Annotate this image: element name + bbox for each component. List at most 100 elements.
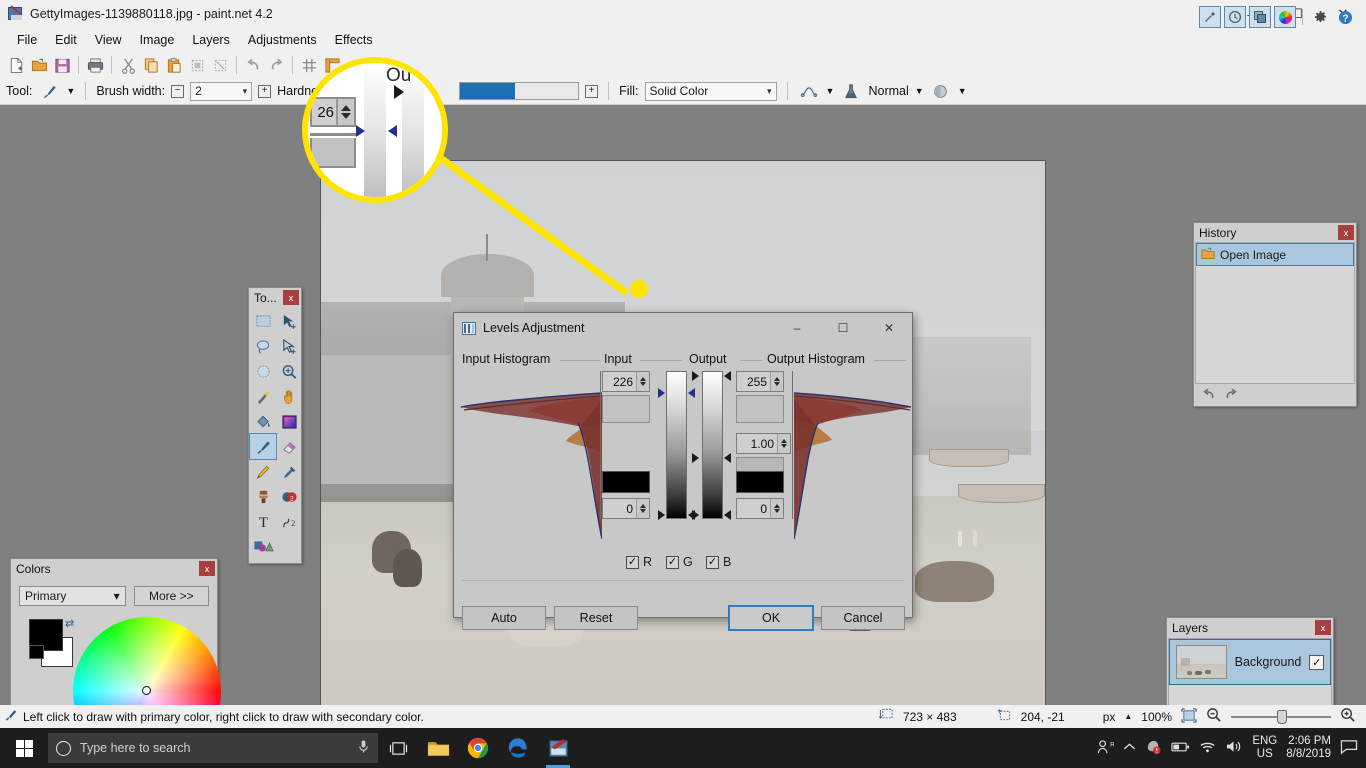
input-high-spinner[interactable]: 226 <box>602 371 650 392</box>
pan-tool[interactable] <box>276 384 302 409</box>
hardness-increase-button[interactable]: + <box>585 84 599 98</box>
cut-icon[interactable] <box>117 54 139 76</box>
zoom-tool[interactable] <box>276 359 302 384</box>
windows-start-icon[interactable] <box>0 728 48 768</box>
cancel-button[interactable]: Cancel <box>821 606 905 630</box>
input-level-ramp[interactable] <box>666 371 687 519</box>
swap-colors-icon[interactable]: ⇄ <box>65 617 74 630</box>
output-high-handle[interactable] <box>692 371 699 381</box>
output-gamma-handle-right[interactable] <box>724 453 731 463</box>
layers-window-icon[interactable] <box>1249 6 1271 28</box>
lasso-select-tool[interactable] <box>250 334 276 359</box>
channel-b[interactable]: ✓ B <box>706 555 731 569</box>
color-picker-tool[interactable] <box>276 459 302 484</box>
output-high-spinner[interactable]: 255 <box>736 371 784 392</box>
zoom-in-icon[interactable] <box>1340 707 1356 726</box>
file-explorer-icon[interactable] <box>418 728 458 768</box>
input-low-handle[interactable] <box>658 510 665 520</box>
undo-icon[interactable] <box>1201 387 1217 404</box>
move-selection-tool[interactable] <box>276 334 302 359</box>
clone-stamp-tool[interactable] <box>250 484 276 509</box>
output-high-stepper[interactable] <box>770 372 783 391</box>
output-low-handle[interactable] <box>692 510 699 520</box>
output-gamma-stepper[interactable] <box>777 434 790 453</box>
dialog-minimize-button[interactable]: – <box>774 313 820 343</box>
microphone-icon[interactable] <box>357 739 370 757</box>
output-low-spinner[interactable]: 0 <box>736 498 784 519</box>
close-icon[interactable]: x <box>283 290 299 305</box>
save-icon[interactable] <box>51 54 73 76</box>
undo-icon[interactable] <box>242 54 264 76</box>
language-indicator[interactable]: ENG US <box>1252 735 1277 761</box>
close-icon[interactable]: x <box>1315 620 1331 635</box>
move-selected-tool[interactable] <box>276 309 302 334</box>
clock[interactable]: 2:06 PM 8/8/2019 <box>1286 735 1331 761</box>
gradient-tool[interactable] <box>276 409 302 434</box>
input-high-stepper[interactable] <box>636 372 649 391</box>
battery-icon[interactable] <box>1171 741 1190 756</box>
fit-to-window-icon[interactable] <box>1181 707 1197 726</box>
crop-icon[interactable] <box>186 54 208 76</box>
output-gamma-handle[interactable] <box>692 453 699 463</box>
new-icon[interactable] <box>5 54 27 76</box>
copy-icon[interactable] <box>140 54 162 76</box>
volume-icon[interactable] <box>1225 739 1243 757</box>
text-tool[interactable]: T <box>250 509 276 534</box>
blend-mode-icon[interactable] <box>840 80 862 102</box>
input-high-handle[interactable] <box>658 388 665 398</box>
channel-b-checkbox[interactable]: ✓ <box>706 555 719 569</box>
output-low-stepper[interactable] <box>770 499 783 518</box>
close-icon[interactable]: x <box>1338 225 1354 240</box>
history-panel-header[interactable]: History x <box>1194 223 1356 242</box>
layers-panel-header[interactable]: Layers x <box>1167 618 1333 637</box>
channel-r-checkbox[interactable]: ✓ <box>626 555 639 569</box>
wifi-icon[interactable] <box>1199 740 1216 757</box>
line-curve-tool[interactable]: 2 <box>276 509 302 534</box>
paste-icon[interactable] <box>163 54 185 76</box>
reset-colors-icon[interactable] <box>29 645 44 659</box>
dialog-maximize-button[interactable]: ☐ <box>820 313 866 343</box>
redo-icon[interactable] <box>265 54 287 76</box>
print-icon[interactable] <box>84 54 106 76</box>
shapes-tool[interactable] <box>250 534 276 559</box>
colors-window-icon[interactable] <box>1274 6 1296 28</box>
brush-width-input[interactable]: 2 ▾ <box>190 81 253 101</box>
input-low-color-swatch[interactable] <box>602 471 650 493</box>
channel-g-checkbox[interactable]: ✓ <box>666 555 679 569</box>
output-high-handle-right[interactable] <box>724 371 731 381</box>
menu-file[interactable]: File <box>8 30 46 50</box>
hardness-slider[interactable] <box>459 82 580 100</box>
units-label[interactable]: px <box>1103 710 1116 724</box>
alpha-blending-icon[interactable] <box>930 80 952 102</box>
dialog-title-bar[interactable]: Levels Adjustment – ☐ ✕ <box>454 313 912 343</box>
action-center-icon[interactable] <box>1340 739 1358 758</box>
paintnet-taskbar-icon[interactable] <box>538 728 578 768</box>
zoom-out-icon[interactable] <box>1206 707 1222 726</box>
tools-window-icon[interactable] <box>1199 6 1221 28</box>
pencil-tool[interactable] <box>250 459 276 484</box>
recolor-tool[interactable]: 2 <box>276 484 302 509</box>
output-low-handle-right[interactable] <box>724 510 731 520</box>
color-wheel-picker[interactable] <box>142 686 151 695</box>
paintbrush-icon[interactable] <box>38 80 60 102</box>
brush-width-increase-button[interactable]: + <box>258 84 272 98</box>
input-high-handle-right[interactable] <box>688 388 695 398</box>
ellipse-select-tool[interactable] <box>250 359 276 384</box>
output-level-ramp[interactable] <box>702 371 723 519</box>
microsoft-edge-icon[interactable] <box>498 728 538 768</box>
magic-wand-tool[interactable] <box>250 384 276 409</box>
input-high-color-swatch[interactable] <box>602 395 650 423</box>
list-item[interactable]: Open Image <box>1196 243 1354 266</box>
menu-edit[interactable]: Edit <box>46 30 86 50</box>
deselect-icon[interactable] <box>209 54 231 76</box>
channel-r[interactable]: ✓ R <box>626 555 652 569</box>
tools-palette-header[interactable]: To... x <box>249 288 301 307</box>
output-low-color-swatch[interactable] <box>736 471 784 493</box>
people-icon[interactable]: R <box>1096 739 1115 758</box>
fill-select[interactable]: Solid Color ▾ <box>644 81 777 101</box>
menu-layers[interactable]: Layers <box>183 30 239 50</box>
output-high-color-swatch[interactable] <box>736 395 784 423</box>
menu-image[interactable]: Image <box>131 30 184 50</box>
task-view-icon[interactable] <box>378 728 418 768</box>
zoom-slider[interactable] <box>1231 709 1331 724</box>
